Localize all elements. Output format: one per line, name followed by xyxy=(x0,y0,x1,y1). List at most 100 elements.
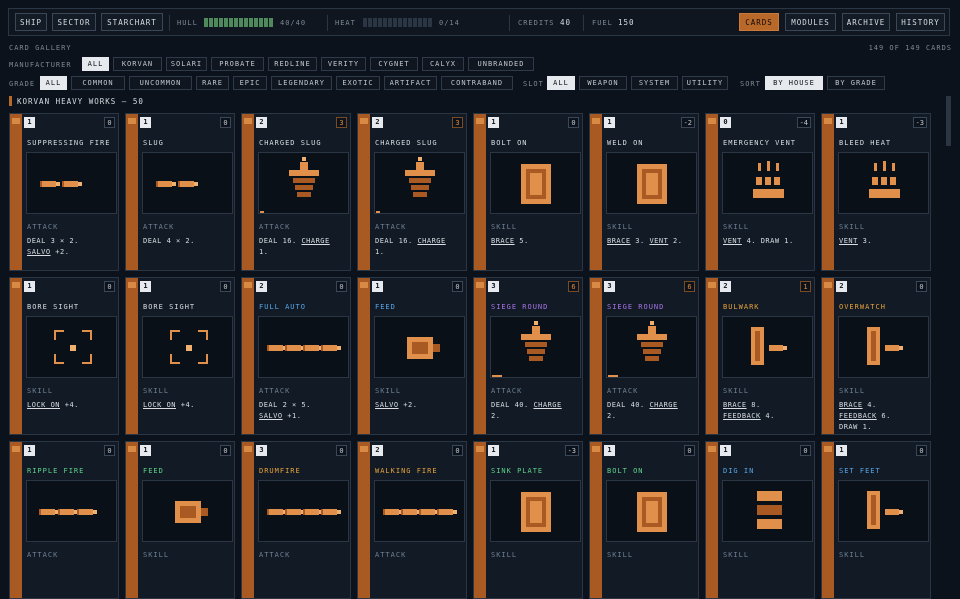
card[interactable]: 2 1 BULWARK SKILL BRACE 8. FEEDBACK 4. xyxy=(705,277,815,435)
manufacturer-chip-probate[interactable]: PROBATE xyxy=(211,57,264,71)
rule-line: DEAL 4 × 2. xyxy=(143,236,231,247)
card-name: BLEED HEAT xyxy=(839,139,892,147)
ship-button[interactable]: SHIP xyxy=(15,13,47,31)
slot-chip-utility[interactable]: UTILITY xyxy=(682,76,728,90)
grade-chip-legendary[interactable]: LEGENDARY xyxy=(271,76,332,90)
cost-badge: 1 xyxy=(836,117,847,128)
slot-chip-system[interactable]: SYSTEM xyxy=(631,76,678,90)
manufacturer-chip-cygnet[interactable]: CYGNET xyxy=(370,57,418,71)
cost-badge: 1 xyxy=(24,281,35,292)
card[interactable]: 2 3 CHARGED SLUG ATTACK DEAL 16. CHARGE 1. xyxy=(241,113,351,271)
card[interactable]: 1 0 SET FEET SKILL xyxy=(821,441,931,599)
card[interactable]: 1 0 SUPPRESSING FIRE ATTACK DEAL 3 × 2. SALVO… xyxy=(9,113,119,271)
grade-chip-exotic[interactable]: EXOTIC xyxy=(336,76,380,90)
manufacturer-chip-solari[interactable]: SOLARI xyxy=(166,57,207,71)
scrollbar[interactable] xyxy=(946,96,951,146)
sort-chip-by-grade[interactable]: BY GRADE xyxy=(827,76,885,90)
manufacturer-chip-verity[interactable]: VERITY xyxy=(321,57,366,71)
charge-pip xyxy=(492,375,502,377)
card-art xyxy=(521,164,551,204)
card[interactable]: 1 0 FEED SKILL SALVO +2. xyxy=(357,277,467,435)
card[interactable]: 1 0 BORE SIGHT SKILL LOCK ON +4. xyxy=(9,277,119,435)
heat-badge: -3 xyxy=(912,117,927,128)
bar-segment xyxy=(249,18,253,27)
card[interactable]: 1 0 BORE SIGHT SKILL LOCK ON +4. xyxy=(125,277,235,435)
cost-badge: 1 xyxy=(140,445,151,456)
history-button[interactable]: HISTORY xyxy=(896,13,945,31)
slot-chip-weapon[interactable]: WEAPON xyxy=(579,76,627,90)
card[interactable]: 1 -3 BLEED HEAT SKILL VENT 3. xyxy=(821,113,931,271)
house-stripe xyxy=(474,442,486,598)
cards-button[interactable]: CARDS xyxy=(739,13,779,31)
card-art xyxy=(383,509,457,515)
charge-pip xyxy=(260,211,264,213)
grade-chip-common[interactable]: COMMON xyxy=(71,76,125,90)
modules-button[interactable]: MODULES xyxy=(785,13,836,31)
manufacturer-chip-calyx[interactable]: CALYX xyxy=(422,57,464,71)
manufacturer-chip-redline[interactable]: REDLINE xyxy=(268,57,317,71)
card[interactable]: 1 0 FEED SKILL xyxy=(125,441,235,599)
card[interactable]: 1 0 DIG IN SKILL xyxy=(705,441,815,599)
house-stripe xyxy=(706,442,718,598)
card[interactable]: 1 0 BOLT ON SKILL BRACE 5. xyxy=(473,113,583,271)
card[interactable]: 1 0 BOLT ON SKILL xyxy=(589,441,699,599)
grade-chip-epic[interactable]: EPIC xyxy=(233,76,267,90)
slot-chip-all[interactable]: ALL xyxy=(547,76,575,90)
rule-text: +1. xyxy=(282,412,302,420)
manufacturer-chip-all[interactable]: ALL xyxy=(82,57,109,71)
keyword: LOCK ON xyxy=(143,401,177,409)
house-stripe xyxy=(10,114,22,270)
keyword: SALVO xyxy=(27,248,51,256)
manufacturer-chip-unbranded[interactable]: UNBRANDED xyxy=(468,57,534,71)
cost-badge: 3 xyxy=(604,281,615,292)
grade-chip-all[interactable]: ALL xyxy=(40,76,67,90)
heat-value: 0/14 xyxy=(439,19,460,27)
cost-badge: 2 xyxy=(256,117,267,128)
grade-label: GRADE xyxy=(9,80,36,88)
card[interactable]: 0 -4 EMERGENCY VENT SKILL VENT 4. DRAW 1. xyxy=(705,113,815,271)
card[interactable]: 1 -2 WELD ON SKILL BRACE 3. VENT 2. xyxy=(589,113,699,271)
rule-line: SALVO +2. xyxy=(375,400,463,411)
heat-badge: 0 xyxy=(916,445,927,456)
keyword: CHARGE xyxy=(301,237,330,245)
card-rules: LOCK ON +4. xyxy=(27,400,115,411)
card-type: ATTACK xyxy=(607,387,639,395)
card[interactable]: 3 6 SIEGE ROUND ATTACK DEAL 40. CHARGE 2. xyxy=(589,277,699,435)
bar-segment xyxy=(393,18,397,27)
card[interactable]: 2 0 FULL AUTO ATTACK DEAL 2 × 5. SALVO +1. xyxy=(241,277,351,435)
archive-button[interactable]: ARCHIVE xyxy=(842,13,890,31)
house-stripe xyxy=(822,442,834,598)
house-stripe xyxy=(126,114,138,270)
card-art-frame xyxy=(26,316,117,378)
manufacturer-chip-korvan[interactable]: KORVAN xyxy=(113,57,162,71)
keyword: BRACE xyxy=(723,401,747,409)
rule-line: VENT 3. xyxy=(839,236,927,247)
card[interactable]: 2 3 CHARGED SLUG ATTACK DEAL 16. CHARGE 1. xyxy=(357,113,467,271)
card[interactable]: 1 0 RIPPLE FIRE ATTACK xyxy=(9,441,119,599)
card-type: SKILL xyxy=(839,223,866,231)
card-art-frame xyxy=(258,316,349,378)
card-art xyxy=(637,492,667,532)
grade-chip-uncommon[interactable]: UNCOMMON xyxy=(129,76,192,90)
card[interactable]: 1 0 SLUG ATTACK DEAL 4 × 2. xyxy=(125,113,235,271)
heat-badge: 6 xyxy=(684,281,695,292)
rule-line: LOCK ON +4. xyxy=(143,400,231,411)
sort-chip-by-house[interactable]: BY HOUSE xyxy=(765,76,823,90)
card-name: SLUG xyxy=(143,139,164,147)
card[interactable]: 3 6 SIEGE ROUND ATTACK DEAL 40. CHARGE 2. xyxy=(473,277,583,435)
starchart-button[interactable]: STARCHART xyxy=(101,13,163,31)
heat-badge: 0 xyxy=(220,445,231,456)
card-art xyxy=(521,321,551,361)
rule-line: DRAW 1. xyxy=(839,422,927,433)
card[interactable]: 3 0 DRUMFIRE ATTACK xyxy=(241,441,351,599)
card-name: FEED xyxy=(375,303,396,311)
grade-chip-contraband[interactable]: CONTRABAND xyxy=(441,76,513,90)
card-rules: DEAL 16. CHARGE 1. xyxy=(259,236,347,258)
grade-chip-rare[interactable]: RARE xyxy=(196,76,229,90)
card[interactable]: 1 -3 SINK PLATE SKILL xyxy=(473,441,583,599)
grade-chip-artifact[interactable]: ARTIFACT xyxy=(384,76,437,90)
card[interactable]: 2 0 OVERWATCH SKILL BRACE 4. FEEDBACK 6. DRAW … xyxy=(821,277,931,435)
sector-button[interactable]: SECTOR xyxy=(52,13,96,31)
heat-badge: 0 xyxy=(452,281,463,292)
card[interactable]: 2 0 WALKING FIRE ATTACK xyxy=(357,441,467,599)
